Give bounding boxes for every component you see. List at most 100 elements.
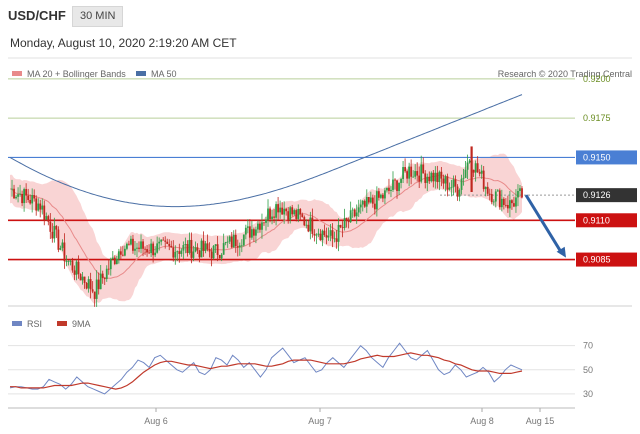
candle-body <box>313 233 316 236</box>
candle-body <box>416 171 419 176</box>
candle-body <box>303 217 306 226</box>
support-level-label: 0.9085 <box>583 255 611 265</box>
candle-body <box>71 260 74 271</box>
candle-body <box>27 195 30 200</box>
candle-body <box>55 225 58 230</box>
candle-body <box>250 229 253 238</box>
candle-body <box>91 289 94 292</box>
candle-body <box>462 177 465 179</box>
candle-body <box>480 170 483 174</box>
candle-body <box>156 243 159 253</box>
candle-body <box>414 171 417 177</box>
candle-body <box>138 247 140 249</box>
candle-body <box>130 238 132 245</box>
candle-body <box>269 208 271 219</box>
candle-body <box>226 241 229 243</box>
candle-body <box>67 260 70 262</box>
candle-body <box>305 224 308 226</box>
candle-body <box>410 166 413 177</box>
candle <box>430 171 433 183</box>
candle-body <box>166 241 169 244</box>
candle-body <box>111 257 114 260</box>
candle-body <box>253 229 255 236</box>
candle-body <box>99 273 102 290</box>
candle-body <box>293 210 296 215</box>
candle <box>79 273 82 281</box>
candle-body <box>121 254 124 256</box>
candle-body <box>323 230 326 236</box>
candle-body <box>442 178 445 184</box>
candle-body <box>47 216 50 222</box>
candle-body <box>339 224 342 228</box>
candle-body <box>128 243 130 245</box>
candle-body <box>299 209 302 215</box>
candle <box>57 226 60 253</box>
candle-body <box>11 188 13 190</box>
candle-body <box>65 261 68 262</box>
candle-body <box>494 191 497 202</box>
candle-body <box>123 248 126 256</box>
candle <box>212 245 215 260</box>
candle-body <box>81 276 84 281</box>
candle-body <box>236 246 239 248</box>
candle <box>321 229 324 247</box>
candle-body <box>432 172 435 182</box>
current-price-label: 0.9126 <box>583 190 611 200</box>
candle-body <box>168 243 171 246</box>
candle-body <box>261 222 263 230</box>
candle-body <box>25 189 28 196</box>
candle-body <box>29 199 32 204</box>
candle-body <box>408 166 411 179</box>
candle-body <box>486 186 489 194</box>
x-tick-label: Aug 7 <box>308 416 332 426</box>
candle-body <box>61 242 64 248</box>
candle-body <box>35 198 38 211</box>
candle-body <box>97 279 100 290</box>
candle <box>446 173 449 197</box>
candle-body <box>202 240 205 251</box>
candle-body <box>450 187 453 189</box>
candle-body <box>446 176 449 190</box>
candle-body <box>438 171 441 183</box>
candle-body <box>311 217 314 234</box>
candle-body <box>283 208 286 215</box>
candle-body <box>287 211 290 221</box>
candle <box>422 157 425 174</box>
candle-body <box>513 203 515 207</box>
candle-body <box>353 209 356 217</box>
candle-body <box>281 207 284 215</box>
candle-body <box>242 234 245 246</box>
candle-body <box>83 276 86 283</box>
candle-body <box>232 234 235 248</box>
candle-body <box>285 208 288 212</box>
candle-body <box>367 197 370 203</box>
candle <box>343 208 346 231</box>
candle-body <box>504 204 507 206</box>
candle-body <box>430 172 433 182</box>
candle-body <box>182 245 185 251</box>
candle-body <box>95 279 98 299</box>
candle-body <box>184 244 187 246</box>
candle <box>404 158 406 173</box>
candle-body <box>41 205 44 210</box>
candle-body <box>162 239 165 241</box>
candle-body <box>115 258 118 265</box>
candle-body <box>422 164 425 174</box>
candle-body <box>85 282 88 289</box>
candle-body <box>218 254 221 259</box>
candle-body <box>333 238 336 240</box>
candle-body <box>295 210 298 219</box>
rsi-tick-label: 50 <box>583 365 593 375</box>
candle-body <box>273 216 275 218</box>
candle-body <box>19 193 21 195</box>
candle-body <box>521 188 523 198</box>
candle-body <box>39 203 42 210</box>
candle-body <box>275 204 277 218</box>
candle <box>200 238 203 258</box>
target-level-label: 0.9200 <box>583 74 611 84</box>
candle-body <box>246 226 249 228</box>
candle-body <box>335 238 338 242</box>
candle-body <box>321 230 324 241</box>
candle-body <box>73 270 76 275</box>
ma50-legend-swatch <box>136 71 146 76</box>
